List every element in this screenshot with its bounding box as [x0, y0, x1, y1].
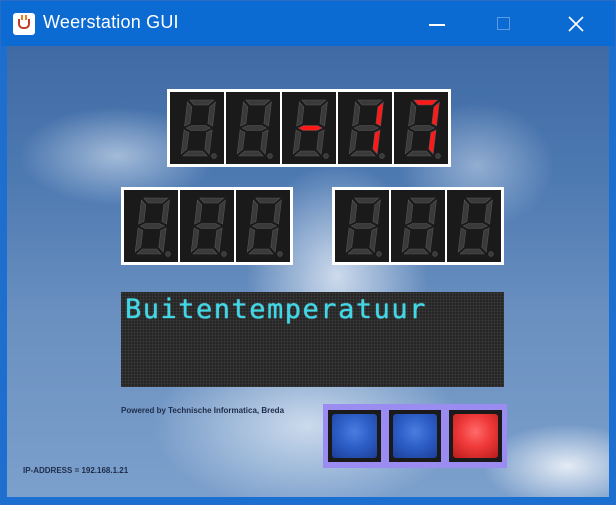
button-panel [323, 404, 507, 468]
seven-segment-digit [236, 190, 290, 262]
seven-segment-digit [391, 190, 445, 262]
minimize-button[interactable] [404, 1, 470, 46]
app-window: Weerstation GUI Buitentemperatuur Powere… [0, 0, 616, 505]
seven-segment-digit [338, 92, 392, 164]
powered-by-label: Powered by Technische Informatica, Breda [121, 406, 285, 415]
seven-segment-digit [335, 190, 389, 262]
matrix-text: Buitentemperatuur [125, 294, 427, 325]
red-button[interactable] [449, 410, 503, 462]
seven-segment-digit [124, 190, 178, 262]
maximize-icon [496, 17, 510, 30]
close-button[interactable] [536, 1, 615, 46]
client-area: Buitentemperatuur Powered by Technische … [7, 46, 609, 497]
maximize-button[interactable] [470, 1, 536, 46]
minimize-icon [429, 23, 445, 26]
window-title: Weerstation GUI [43, 12, 179, 32]
java-cup-icon [13, 13, 35, 35]
close-icon [567, 15, 584, 32]
bottom-right-display [332, 187, 504, 265]
top-display [167, 89, 451, 167]
seven-segment-digit [180, 190, 234, 262]
blue-button-2[interactable] [388, 410, 442, 462]
seven-segment-digit [282, 92, 336, 164]
seven-segment-digit [226, 92, 280, 164]
title-bar[interactable]: Weerstation GUI [1, 1, 615, 46]
seven-segment-digit [447, 190, 501, 262]
blue-button-1[interactable] [328, 410, 381, 462]
bottom-left-display [121, 187, 293, 265]
seven-segment-digit [170, 92, 224, 164]
seven-segment-digit [394, 92, 448, 164]
led-matrix-display: Buitentemperatuur [121, 292, 504, 387]
ip-address-label: IP-ADDRESS = 192.168.1.21 [23, 466, 129, 475]
